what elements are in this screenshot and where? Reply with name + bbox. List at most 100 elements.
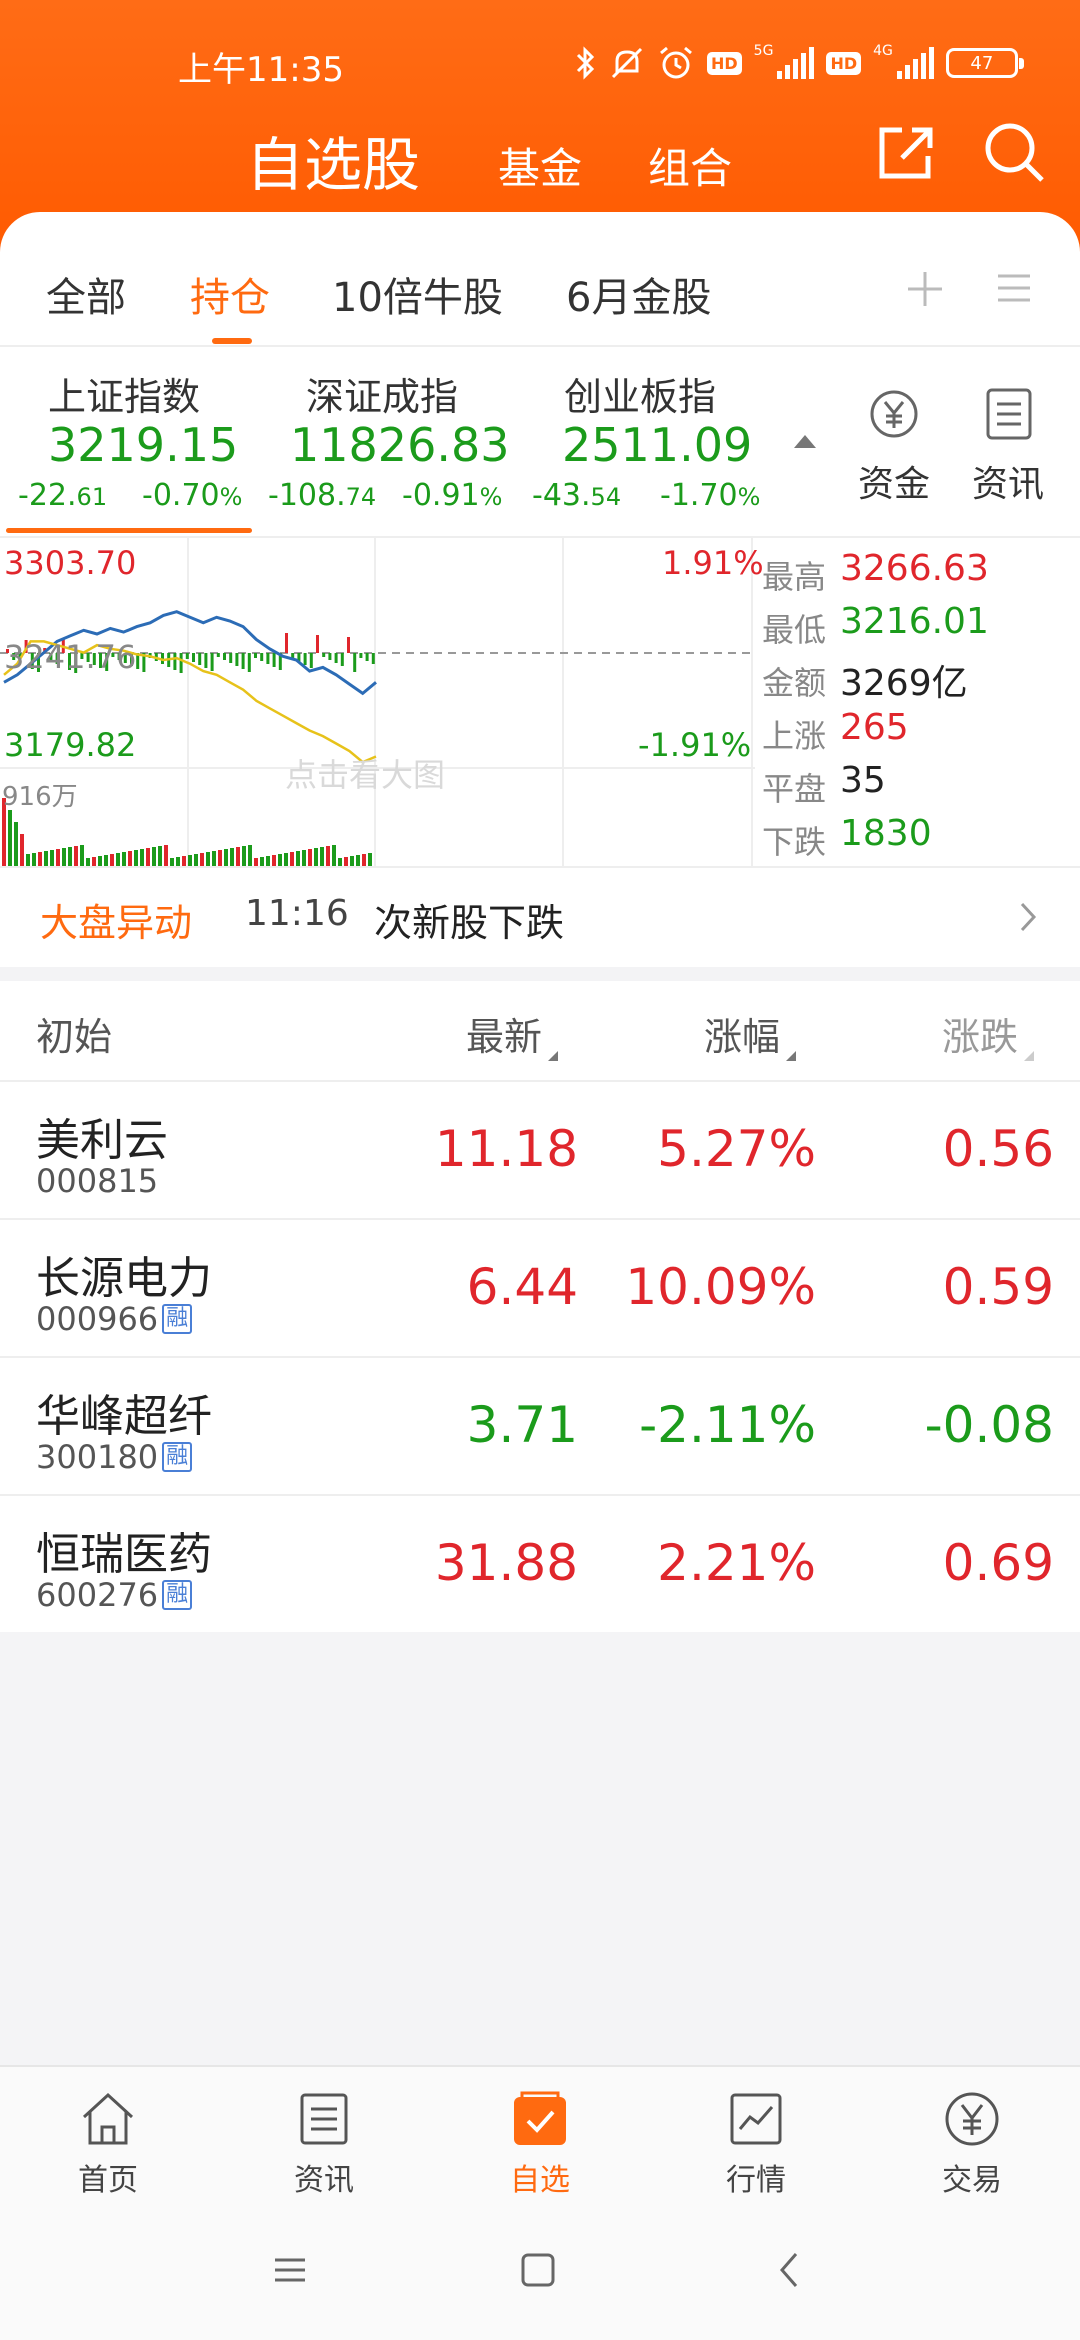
muted-bell-icon xyxy=(611,47,643,79)
alarm-icon xyxy=(660,46,692,79)
chart-mid-label: 3241.76 xyxy=(4,638,137,676)
stat-down-count: 1830 xyxy=(840,813,932,854)
battery-level: 47 xyxy=(970,52,994,74)
col-pct[interactable]: 涨幅 xyxy=(704,1006,797,1061)
tick-bar xyxy=(334,653,338,663)
volume-bar xyxy=(320,847,324,868)
nav-label: 自选 xyxy=(510,2163,570,2198)
stock-row[interactable]: 长源电力 000966 融 6.44 10.09% 0.59 xyxy=(0,1220,1080,1358)
empty-area xyxy=(0,1632,1080,2065)
yen-circle-icon[interactable] xyxy=(866,386,922,442)
sort-icon xyxy=(548,1051,559,1061)
stat-up-count: 265 xyxy=(840,707,909,748)
alert-text: 次新股下跌 xyxy=(374,901,565,945)
nav-watchlist[interactable]: 自选 xyxy=(470,2067,610,2212)
stock-row[interactable]: 华峰超纤 300180 融 3.71 -2.11% -0.08 xyxy=(0,1358,1080,1496)
back-icon[interactable] xyxy=(774,2250,804,2290)
menu-icon[interactable] xyxy=(994,268,1034,308)
collapse-triangle-icon[interactable] xyxy=(792,432,818,450)
volume-bar xyxy=(20,834,24,868)
news-icon xyxy=(300,2093,348,2145)
alert-time: 11:16 xyxy=(245,893,349,934)
tick-bar xyxy=(192,653,195,662)
news-doc-icon[interactable] xyxy=(984,388,1034,440)
nav-label: 行情 xyxy=(726,2163,786,2198)
volume-bar xyxy=(152,847,156,868)
col-latest[interactable]: 最新 xyxy=(466,1006,559,1061)
index-value: 11826.83 xyxy=(290,418,510,472)
tick-bar xyxy=(254,653,257,658)
stock-change: 0.69 xyxy=(942,1534,1054,1592)
add-icon[interactable] xyxy=(902,266,948,312)
stock-price: 11.18 xyxy=(434,1120,578,1178)
subtab-holdings[interactable]: 持仓 xyxy=(190,265,270,323)
status-time: 上午11:35 xyxy=(178,50,344,90)
alert-title: 大盘异动 xyxy=(40,901,193,945)
subtab-all[interactable]: 全部 xyxy=(46,265,126,323)
nav-news[interactable]: 资讯 xyxy=(254,2067,394,2212)
sort-icon xyxy=(1024,1051,1035,1061)
tick-bar xyxy=(185,653,189,659)
intraday-chart[interactable]: 3303.70 1.91% 3241.76 3179.82 -1.91% 916… xyxy=(0,538,764,868)
nav-trade[interactable]: 交易 xyxy=(902,2067,1042,2212)
volume-bar xyxy=(326,846,330,868)
margin-badge: 融 xyxy=(162,1442,193,1472)
tick-bar xyxy=(241,653,245,669)
search-icon[interactable] xyxy=(980,118,1050,188)
stat-amount: 3269亿 xyxy=(840,663,968,704)
margin-badge: 融 xyxy=(162,1304,193,1334)
page-title[interactable]: 自选股 xyxy=(246,118,420,202)
recent-apps-icon[interactable] xyxy=(272,2252,308,2288)
stock-code: 300180 融 xyxy=(36,1438,193,1476)
stat-flat-count: 35 xyxy=(840,760,886,801)
tick-bar xyxy=(223,653,226,660)
tick-bar xyxy=(365,653,369,661)
tick-bar xyxy=(266,653,270,664)
funds-button[interactable]: 资金 xyxy=(858,455,930,507)
hd-badge: HD xyxy=(707,51,742,75)
volume-bar xyxy=(146,848,150,868)
index-change: -108.74 xyxy=(268,478,377,513)
home-square-icon[interactable] xyxy=(518,2250,558,2290)
subtab-indicator xyxy=(212,338,252,344)
index-pct: -0.91% xyxy=(402,478,503,513)
subtab-10x[interactable]: 10倍牛股 xyxy=(332,265,503,323)
tab-portfolio[interactable]: 组合 xyxy=(648,135,732,196)
tick-bar xyxy=(285,633,288,653)
tick-bar xyxy=(316,635,319,653)
stock-name: 华峰超纤 xyxy=(36,1391,212,1442)
battery-icon: 47 xyxy=(945,48,1024,78)
stock-pct: 2.21% xyxy=(657,1534,816,1592)
tick-bar xyxy=(322,653,326,657)
tick-bar xyxy=(179,653,183,673)
news-button[interactable]: 资讯 xyxy=(972,455,1044,507)
col-change[interactable]: 涨跌 xyxy=(942,1006,1035,1061)
nav-home[interactable]: 首页 xyxy=(38,2067,178,2212)
hd-badge-2: HD xyxy=(826,51,862,75)
tick-bar xyxy=(210,653,214,671)
tick-bar xyxy=(303,653,307,665)
nav-label: 交易 xyxy=(942,2163,1002,2198)
stock-code: 600276 融 xyxy=(36,1576,193,1614)
subtab-june[interactable]: 6月金股 xyxy=(566,265,711,323)
index-name: 创业板指 xyxy=(564,375,717,419)
volume-bar xyxy=(236,847,240,868)
section-gap xyxy=(0,967,1080,981)
watchlist-check-icon xyxy=(514,2091,566,2145)
tab-funds[interactable]: 基金 xyxy=(498,135,582,196)
volume-bar xyxy=(8,810,12,868)
nav-market[interactable]: 行情 xyxy=(686,2067,826,2212)
volume-bar xyxy=(230,848,234,868)
volume-bar xyxy=(164,845,168,868)
tick-bar xyxy=(173,653,177,670)
col-name[interactable]: 初始 xyxy=(36,1006,112,1061)
tick-bar xyxy=(216,653,220,657)
volume-bar xyxy=(14,822,18,868)
tick-bar xyxy=(309,653,313,668)
share-icon[interactable] xyxy=(872,118,942,188)
stat-label: 金额 xyxy=(762,664,827,702)
stock-row[interactable]: 恒瑞医药 600276 融 31.88 2.21% 0.69 xyxy=(0,1496,1080,1634)
volume-bar xyxy=(62,848,66,868)
stock-row[interactable]: 美利云 000815 11.18 5.27% 0.56 xyxy=(0,1082,1080,1220)
tick-bar xyxy=(247,653,251,672)
